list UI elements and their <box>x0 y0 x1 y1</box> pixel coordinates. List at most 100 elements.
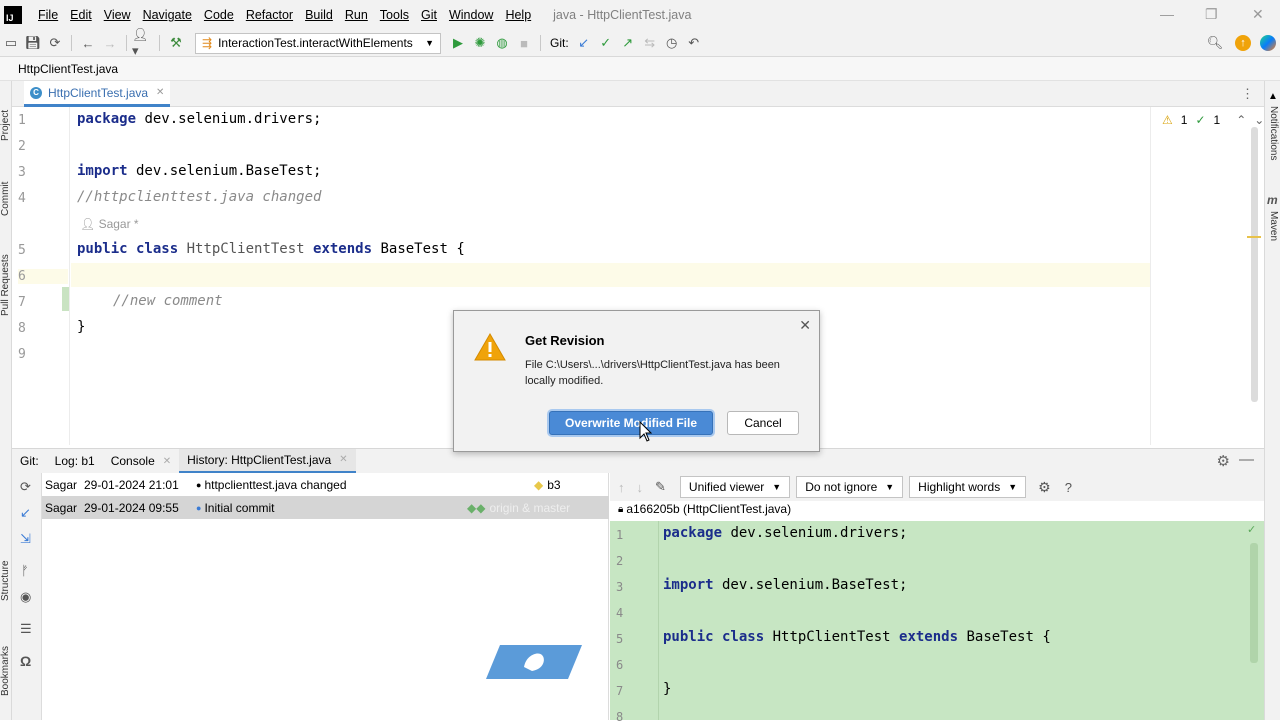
history-row[interactable]: Sagar 29-01-2024 09:55 ● Initial commit … <box>42 496 609 519</box>
folder-icon[interactable]: ▭ <box>0 33 22 53</box>
layout-icon[interactable]: ☰ <box>20 621 32 637</box>
maven-icon[interactable]: m <box>1267 193 1278 207</box>
history-row[interactable]: Sagar 29-01-2024 21:01 ● httpclienttest.… <box>42 473 609 496</box>
notifications-tool-label[interactable]: Notifications <box>1268 106 1279 160</box>
tab-log-b1[interactable]: Log: b1 <box>47 449 103 474</box>
tab-httpclienttest[interactable]: C HttpClientTest.java ✕ <box>24 81 171 107</box>
tab-label: HttpClientTest.java <box>48 85 149 100</box>
diff-scrollbar[interactable] <box>1250 543 1258 663</box>
menu-run[interactable]: Run <box>339 8 374 22</box>
forward-arrow-icon[interactable]: → <box>99 33 121 53</box>
diff-content[interactable]: 1 2 3 4 5 6 7 8 package dev.selenium.dri… <box>610 521 1264 724</box>
breadcrumb-file[interactable]: HttpClientTest.java <box>18 62 118 76</box>
run-config-select[interactable]: ⇶ InteractionTest.interactWithElements ▼ <box>195 32 441 54</box>
coverage-icon[interactable]: ◍ <box>491 33 513 53</box>
cancel-button[interactable]: Cancel <box>727 411 799 435</box>
overwrite-button[interactable]: Overwrite Modified File <box>549 411 713 435</box>
menu-navigate[interactable]: Navigate <box>137 8 198 22</box>
commit-pin-icon: ● <box>196 479 202 490</box>
menu-code[interactable]: Code <box>198 8 240 22</box>
git-history-icon[interactable]: ◷ <box>661 33 683 53</box>
minimize-icon[interactable]: — <box>1160 6 1174 22</box>
diff-line-number: 8 <box>616 710 624 724</box>
toolbar-divider <box>159 35 160 51</box>
user-icon[interactable]: 👤︎▾ <box>132 27 154 58</box>
stop-icon[interactable]: ■ <box>513 33 535 53</box>
git-commit-icon[interactable]: ✓ <box>595 33 617 53</box>
ok-count: 1 <box>1213 113 1221 127</box>
diff-line-number: 7 <box>616 684 624 698</box>
next-diff-icon[interactable]: ↓ <box>637 480 644 495</box>
refresh-icon[interactable]: ⟳ <box>44 33 66 53</box>
menu-tools[interactable]: Tools <box>374 8 415 22</box>
commit-message: httpclienttest.java changed <box>204 477 347 492</box>
commit-tool-label[interactable]: Commit <box>0 182 11 216</box>
github-icon[interactable]: Ω <box>20 653 31 669</box>
warning-stripe-marker[interactable] <box>1247 236 1261 238</box>
save-icon[interactable]: 💾︎ <box>22 33 44 53</box>
menu-window[interactable]: Window <box>443 8 499 22</box>
chevron-down-icon: ▼ <box>885 482 895 492</box>
pull-requests-tool-label[interactable]: Pull Requests <box>0 254 11 316</box>
diff-line-number: 5 <box>616 632 624 646</box>
diff-line-number: 6 <box>616 658 624 672</box>
menu-view[interactable]: View <box>98 8 137 22</box>
menu-file[interactable]: File <box>32 8 64 22</box>
close-tab-icon[interactable]: ✕ <box>163 456 171 467</box>
tab-console[interactable]: Console ✕ <box>103 449 179 474</box>
diff-settings-icon[interactable]: ⚙ <box>1038 479 1051 496</box>
chevron-down-icon: ▼ <box>425 38 434 48</box>
line-number: 7 <box>18 295 26 310</box>
menu-build[interactable]: Build <box>299 8 339 22</box>
help-icon[interactable]: ? <box>1065 480 1072 495</box>
hide-panel-icon[interactable]: — <box>1239 451 1254 468</box>
jetbrains-logo-icon[interactable] <box>1260 35 1276 51</box>
build-hammer-icon[interactable]: ⚒ <box>165 33 187 53</box>
bookmarks-tool-label[interactable]: Bookmarks <box>0 646 11 696</box>
close-window-icon[interactable]: ✕ <box>1252 6 1264 23</box>
debug-icon[interactable]: ✺ <box>469 33 491 53</box>
refresh-icon[interactable]: ⟳ <box>20 479 31 495</box>
git-push-icon[interactable]: ↗ <box>617 33 639 53</box>
commit-message: Initial commit <box>204 500 275 515</box>
chevron-down-icon[interactable]: ⌄ <box>1254 113 1264 127</box>
get-revision-icon[interactable]: ⇲ <box>20 531 31 547</box>
project-tool-label[interactable]: Project <box>0 110 11 141</box>
bell-icon[interactable]: ▲ <box>1268 91 1278 102</box>
run-config-label: InteractionTest.interactWithElements <box>218 36 413 50</box>
git-update-icon[interactable]: ↙ <box>573 33 595 53</box>
compare-icon[interactable]: ↙ <box>20 505 31 521</box>
more-tabs-icon[interactable]: ⋮ <box>1241 86 1254 102</box>
restore-icon[interactable]: ❐ <box>1205 6 1218 23</box>
update-icon[interactable]: ↑ <box>1235 35 1251 51</box>
viewer-select[interactable]: Unified viewer ▼ <box>679 476 791 498</box>
vcs-added-marker[interactable] <box>62 287 69 311</box>
inspection-widget[interactable]: ⚠ 1 ✓ 1 ⌃ ⌄ <box>1162 113 1264 127</box>
git-branch-icon[interactable]: ⇆ <box>639 33 661 53</box>
menu-help[interactable]: Help <box>499 8 537 22</box>
git-rollback-icon[interactable]: ↶ <box>683 33 705 53</box>
ignore-select[interactable]: Do not ignore ▼ <box>796 476 904 498</box>
run-icon[interactable]: ▶ <box>447 33 469 53</box>
close-icon[interactable]: ✕ <box>799 317 811 334</box>
prev-diff-icon[interactable]: ↑ <box>618 480 625 495</box>
eye-icon[interactable]: ◉ <box>20 589 31 605</box>
close-tab-icon[interactable]: ✕ <box>156 87 164 98</box>
maven-tool-label[interactable]: Maven <box>1268 211 1279 241</box>
back-arrow-icon[interactable]: ← <box>77 33 99 53</box>
commit-date: 29-01-2024 09:55 <box>84 500 179 515</box>
close-tab-icon[interactable]: ✕ <box>339 454 347 465</box>
tab-history[interactable]: History: HttpClientTest.java ✕ <box>179 448 356 474</box>
author-hint[interactable]: 👤︎ Sagar * <box>80 217 139 231</box>
edit-icon[interactable]: ✎ <box>655 479 666 495</box>
structure-tool-label[interactable]: Structure <box>0 560 11 601</box>
branch-icon[interactable]: ᚠ <box>21 563 29 578</box>
menu-git[interactable]: Git <box>415 8 443 22</box>
gear-icon[interactable]: ⚙ <box>1217 452 1230 470</box>
menu-refactor[interactable]: Refactor <box>240 8 299 22</box>
chevron-up-icon[interactable]: ⌃ <box>1236 113 1246 127</box>
highlight-select[interactable]: Highlight words ▼ <box>909 476 1027 498</box>
search-icon[interactable]: 🔍︎ <box>1204 33 1226 53</box>
editor-scrollbar[interactable] <box>1251 127 1258 402</box>
menu-edit[interactable]: Edit <box>64 8 98 22</box>
